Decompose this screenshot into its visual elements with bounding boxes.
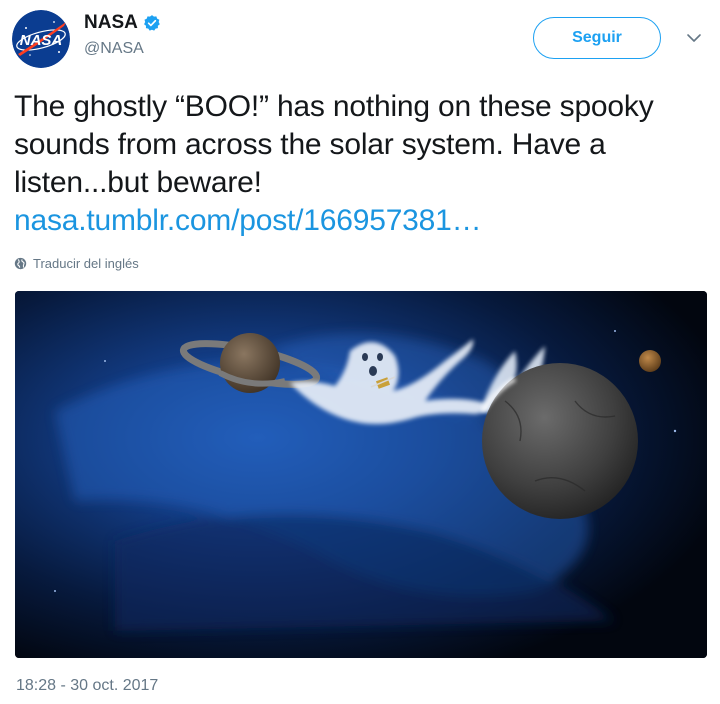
nasa-logo-icon: NASA: [12, 10, 70, 68]
tweet-link[interactable]: nasa.tumblr.com/post/166957381…: [14, 204, 482, 237]
user-handle[interactable]: @NASA: [84, 40, 144, 58]
name-row: NASA: [84, 12, 161, 34]
space-ghost-illustration: [15, 291, 707, 658]
small-moon-icon: [639, 350, 661, 372]
translate-label: Traducir del inglés: [33, 256, 139, 271]
tweet-timestamp[interactable]: 18:28 - 30 oct. 2017: [16, 677, 158, 695]
tweet-header: NASA NASA @NASA Seguir: [0, 0, 720, 80]
display-name[interactable]: NASA: [84, 12, 138, 34]
verified-badge-icon: [143, 15, 160, 31]
follow-button[interactable]: Seguir: [533, 17, 661, 59]
globe-icon: [14, 257, 27, 270]
translate-link[interactable]: Traducir del inglés: [14, 256, 139, 271]
svg-text:NASA: NASA: [20, 32, 63, 49]
avatar[interactable]: NASA: [12, 10, 70, 68]
tweet-media-image[interactable]: [15, 291, 707, 658]
tweet-text: The ghostly “BOO!” has nothing on these …: [14, 88, 714, 240]
chevron-down-icon[interactable]: [686, 30, 702, 46]
tweet-body: The ghostly “BOO!” has nothing on these …: [14, 90, 654, 199]
